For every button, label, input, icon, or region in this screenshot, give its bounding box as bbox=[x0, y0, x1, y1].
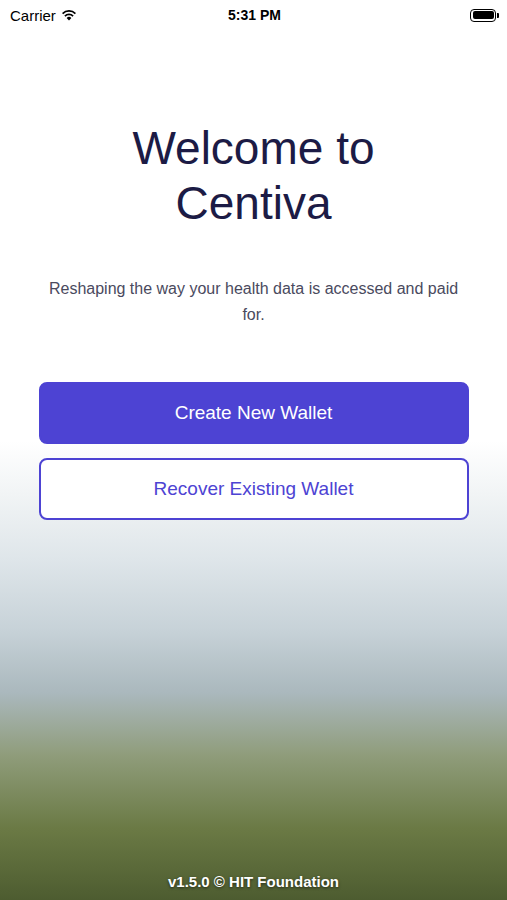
create-wallet-button[interactable]: Create New Wallet bbox=[39, 382, 469, 444]
version-footer: v1.5.0 © HIT Foundation bbox=[160, 873, 347, 900]
welcome-title: Welcome toCentiva bbox=[132, 121, 374, 231]
wifi-icon bbox=[61, 9, 77, 21]
title-line: Centiva bbox=[132, 176, 374, 231]
status-time: 5:31 PM bbox=[228, 7, 281, 23]
welcome-screen: Carrier 5:31 PM Welcome toCentiva Reshaping… bbox=[0, 0, 507, 900]
battery-icon bbox=[470, 9, 496, 22]
status-bar: Carrier 5:31 PM bbox=[0, 0, 507, 26]
recover-wallet-button[interactable]: Recover Existing Wallet bbox=[39, 458, 469, 520]
carrier-info: Carrier bbox=[10, 7, 228, 24]
wallet-buttons: Create New Wallet Recover Existing Wallet bbox=[39, 382, 469, 520]
battery-area bbox=[281, 9, 499, 22]
title-line: Welcome to bbox=[132, 121, 374, 176]
subtitle: Reshaping the way your health data is ac… bbox=[44, 276, 464, 328]
carrier-label: Carrier bbox=[10, 7, 56, 24]
